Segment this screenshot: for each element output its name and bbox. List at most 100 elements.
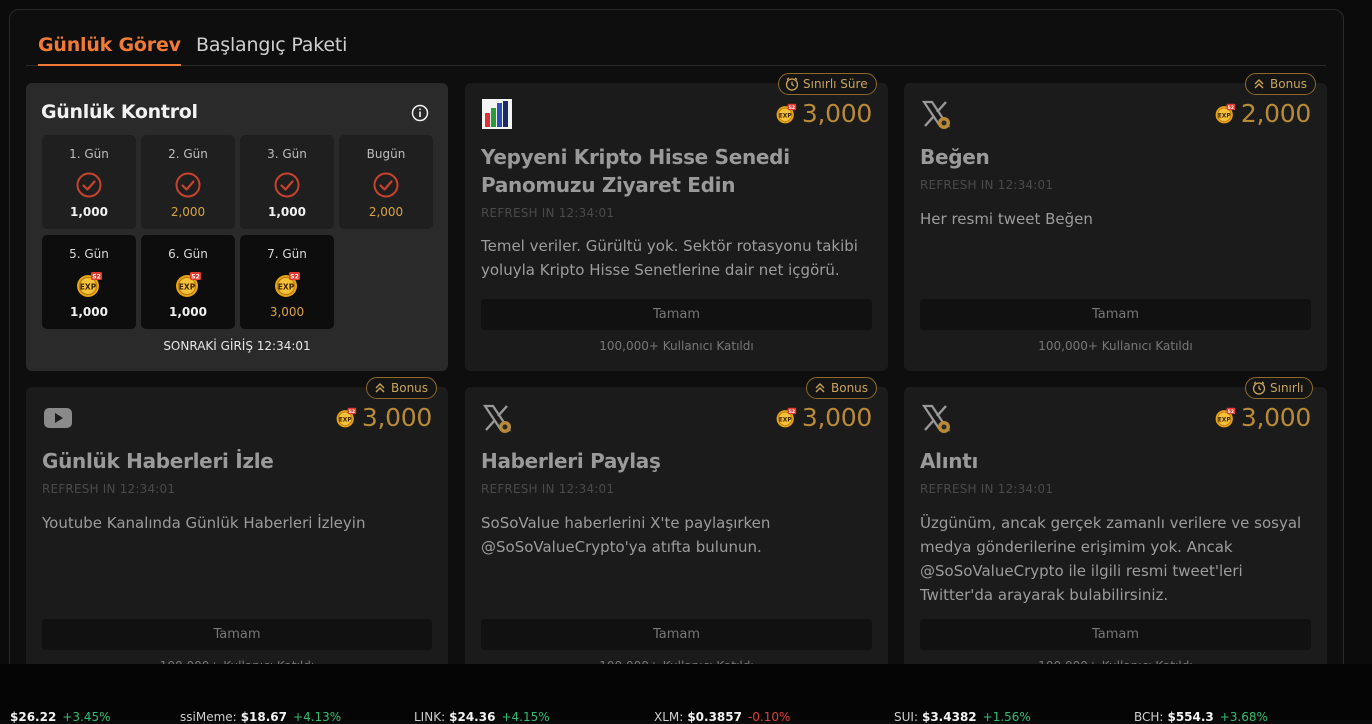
ticker-change: +4.13% — [293, 710, 342, 724]
ticker-price: $3.4382 — [921, 710, 977, 724]
ticker-item[interactable]: LINK: $24.36 +4.15% — [414, 710, 550, 724]
task-description: Youtube Kanalında Günlük Haberleri İzley… — [42, 514, 366, 532]
svg-text:EXP: EXP — [779, 113, 793, 119]
daily-checkin-title: Günlük Kontrol — [41, 101, 198, 123]
svg-text:EXP: EXP — [1218, 113, 1232, 119]
day-box-2: 2. Gün 2,000 — [141, 135, 235, 229]
price-ticker: $26.22 +3.45% ssiMeme: $18.67 +4.13% LINK: $24… — [0, 664, 1372, 724]
dashboard-task-card[interactable]: EXP S2 3,000 Yepyeni Kripto Hisse Senedi… — [465, 83, 888, 371]
tab-starter-pack[interactable]: Başlangıç Paketi — [196, 34, 347, 64]
day-reward-value: 2,000 — [170, 205, 206, 219]
task-title: Beğen — [920, 145, 990, 169]
svg-text:S2: S2 — [788, 408, 795, 414]
check-circle-icon — [175, 172, 201, 198]
exp-coin-icon: EXP S2 — [776, 407, 797, 427]
reward-value: 3,000 — [361, 403, 432, 432]
day-reward-value: 1,000 — [268, 205, 306, 219]
day-label: 2. Gün — [168, 147, 208, 161]
day-box-6: 6. Gün EXP S2 1,000 — [141, 235, 235, 329]
day-reward-value: 1,000 — [70, 205, 108, 219]
ticker-price: $18.67 — [240, 710, 288, 724]
ticker-item[interactable]: ssiMeme: $18.67 +4.13% — [180, 710, 341, 724]
day-label: 7. Gün — [267, 247, 307, 261]
task-title: Haberleri Paylaş — [481, 449, 661, 473]
ticker-item[interactable]: $26.22 +3.45% — [6, 710, 111, 724]
day-reward-value: 2,000 — [368, 205, 404, 219]
next-login-timer: SONRAKİ GİRİŞ 12:34:01 — [163, 339, 311, 353]
refresh-timer: REFRESH IN 12:34:01 — [920, 482, 1054, 496]
done-button[interactable]: Tamam — [42, 619, 432, 650]
badge-label: Sınırlı Süre — [803, 77, 868, 91]
ticker-symbol: XLM: — [654, 710, 684, 724]
ticker-price: $0.3857 — [687, 710, 742, 724]
svg-text:S2: S2 — [1227, 408, 1234, 414]
task-panel: Günlük Görev Başlangıç Paketi Günlük Kon… — [9, 9, 1344, 679]
reward-value: 3,000 — [801, 99, 872, 128]
ticker-item[interactable]: SUI: $3.4382 +1.56% — [894, 710, 1031, 724]
ticker-change: +1.56% — [982, 710, 1031, 724]
badge-label: Sınırlı — [1270, 381, 1304, 395]
info-icon[interactable] — [411, 104, 429, 122]
refresh-timer: REFRESH IN 12:34:01 — [42, 482, 176, 496]
task-badge: Sınırlı Süre — [778, 73, 877, 95]
svg-text:EXP: EXP — [80, 283, 97, 292]
svg-text:S2: S2 — [92, 274, 101, 281]
svg-text:EXP: EXP — [179, 283, 196, 292]
task-description: Temel veriler. Gürültü yok. Sektör rotas… — [481, 237, 858, 279]
x-quote-icon — [921, 404, 951, 433]
svg-text:EXP: EXP — [1218, 417, 1232, 423]
svg-text:S2: S2 — [348, 408, 355, 414]
done-button[interactable]: Tamam — [481, 619, 872, 650]
ticker-price: $554.3 — [1167, 710, 1214, 724]
reward-value: 3,000 — [801, 403, 872, 432]
like-task-card[interactable]: EXP S2 2,000 Beğen REFRESH IN 12:34:01 H… — [904, 83, 1327, 371]
reward: EXP S2 3,000 — [775, 99, 872, 128]
task-description: Her resmi tweet Beğen — [920, 210, 1093, 228]
day-reward-value: 3,000 — [269, 305, 305, 319]
quote-task-card[interactable]: EXP S2 3,000 Alıntı REFRESH IN 12:34:01 … — [904, 387, 1327, 678]
refresh-timer: REFRESH IN 12:34:01 — [481, 482, 615, 496]
ticker-symbol: BCH: — [1134, 710, 1164, 724]
day-box-7: 7. Gün EXP S2 3,000 — [240, 235, 334, 329]
done-button[interactable]: Tamam — [481, 299, 872, 330]
task-title: Alıntı — [920, 449, 979, 473]
joined-count: 100,000+ Kullanıcı Katıldı — [1038, 339, 1193, 353]
ticker-price: $26.22 — [10, 710, 57, 724]
check-circle-icon — [373, 172, 399, 198]
svg-text:S2: S2 — [1227, 104, 1234, 110]
done-button[interactable]: Tamam — [920, 299, 1311, 330]
ticker-item[interactable]: BCH: $554.3 +3.68% — [1134, 710, 1268, 724]
reward-value: 3,000 — [1240, 403, 1311, 432]
youtube-icon — [44, 408, 72, 428]
task-title: Günlük Haberleri İzle — [42, 449, 274, 473]
watch-news-task-card[interactable]: EXP S2 3,000 Günlük Haberleri İzle REFRE… — [26, 387, 448, 678]
share-news-task-card[interactable]: EXP S2 3,000 Haberleri Paylaş REFRESH IN… — [465, 387, 888, 678]
svg-text:S2: S2 — [290, 274, 299, 281]
clock-icon — [785, 77, 799, 91]
ticker-symbol: LINK: — [414, 710, 446, 724]
ticker-item[interactable]: XLM: $0.3857 -0.10% — [654, 710, 790, 724]
reward: EXP S2 3,000 — [335, 403, 432, 432]
task-description: Üzgünüm, ancak gerçek zamanlı verilere v… — [920, 514, 1302, 604]
tab-bar: Günlük Görev Başlangıç Paketi — [26, 30, 1326, 66]
day-label: Bugün — [366, 147, 406, 161]
exp-coin-icon: EXP S2 — [336, 407, 357, 427]
tab-daily-tasks[interactable]: Günlük Görev — [38, 34, 181, 66]
ticker-symbol: SUI: — [894, 710, 918, 724]
done-button[interactable]: Tamam — [920, 619, 1311, 650]
x-share-icon — [482, 404, 512, 433]
task-badge: Sınırlı — [1245, 377, 1313, 399]
check-circle-icon — [76, 172, 102, 198]
reward-value: 2,000 — [1240, 99, 1311, 128]
exp-coin-icon: EXP S2 — [776, 103, 797, 123]
exp-coin-icon: EXP S2 — [176, 272, 201, 297]
day-box-1: 1. Gün 1,000 — [42, 135, 136, 229]
reward: EXP S2 3,000 — [775, 403, 872, 432]
page-gutter — [1352, 0, 1372, 664]
task-title: Yepyeni Kripto Hisse Senedi Panomuzu Ziy… — [481, 145, 790, 197]
check-circle-icon — [274, 172, 300, 198]
svg-text:EXP: EXP — [278, 283, 295, 292]
task-badge: Bonus — [806, 377, 878, 399]
chart-icon — [482, 99, 512, 129]
joined-count: 100,000+ Kullanıcı Katıldı — [599, 339, 754, 353]
